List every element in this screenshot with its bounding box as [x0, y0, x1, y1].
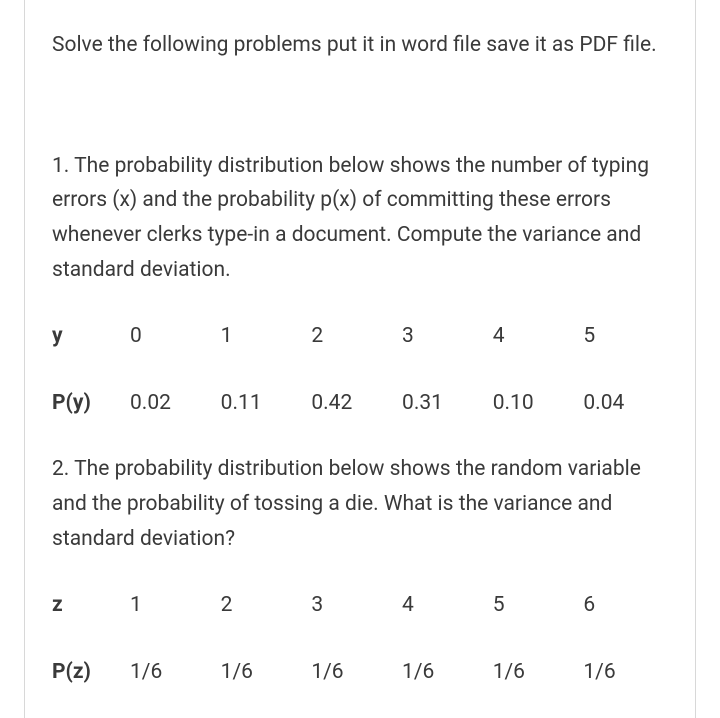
- table-row: y 0 1 2 3 4 5: [52, 319, 668, 354]
- cell: 5: [487, 588, 578, 623]
- cell: 2: [215, 588, 306, 623]
- cell: 0.02: [124, 386, 215, 421]
- cell: 1: [124, 588, 215, 623]
- row-label-py: P(y): [52, 386, 124, 421]
- intro-text: Solve the following problems put it in w…: [52, 28, 668, 63]
- row-label-pz: P(z): [52, 655, 124, 690]
- row-label-z: z: [52, 588, 124, 623]
- table-row: P(z) 1/6 1/6 1/6 1/6 1/6 1/6: [52, 655, 668, 690]
- cell: 0.31: [396, 386, 487, 421]
- cell: 0.11: [215, 386, 306, 421]
- cell: 1/6: [577, 655, 668, 690]
- cell: 3: [305, 588, 396, 623]
- problem-1-text: 1. The probability distribution below sh…: [52, 149, 668, 288]
- cell: 1/6: [305, 655, 396, 690]
- cell: 0.42: [305, 386, 396, 421]
- cell: 6: [577, 588, 668, 623]
- cell: 1/6: [396, 655, 487, 690]
- row-label-y: y: [52, 319, 124, 354]
- problem-2-text: 2. The probability distribution below sh…: [52, 452, 668, 556]
- cell: 0: [124, 319, 215, 354]
- cell: 1/6: [124, 655, 215, 690]
- cell: 3: [396, 319, 487, 354]
- problem-2-table: z 1 2 3 4 5 6 P(z) 1/6 1/6 1/6 1/6 1/6 1…: [52, 588, 668, 689]
- cell: 1/6: [487, 655, 578, 690]
- cell: 1: [215, 319, 306, 354]
- cell: 4: [487, 319, 578, 354]
- cell: 0.10: [487, 386, 578, 421]
- cell: 5: [577, 319, 668, 354]
- cell: 4: [396, 588, 487, 623]
- problem-1-table: y 0 1 2 3 4 5 P(y) 0.02 0.11 0.42 0.31 0…: [52, 319, 668, 420]
- table-row: z 1 2 3 4 5 6: [52, 588, 668, 623]
- cell: 2: [305, 319, 396, 354]
- table-row: P(y) 0.02 0.11 0.42 0.31 0.10 0.04: [52, 386, 668, 421]
- cell: 1/6: [215, 655, 306, 690]
- cell: 0.04: [577, 386, 668, 421]
